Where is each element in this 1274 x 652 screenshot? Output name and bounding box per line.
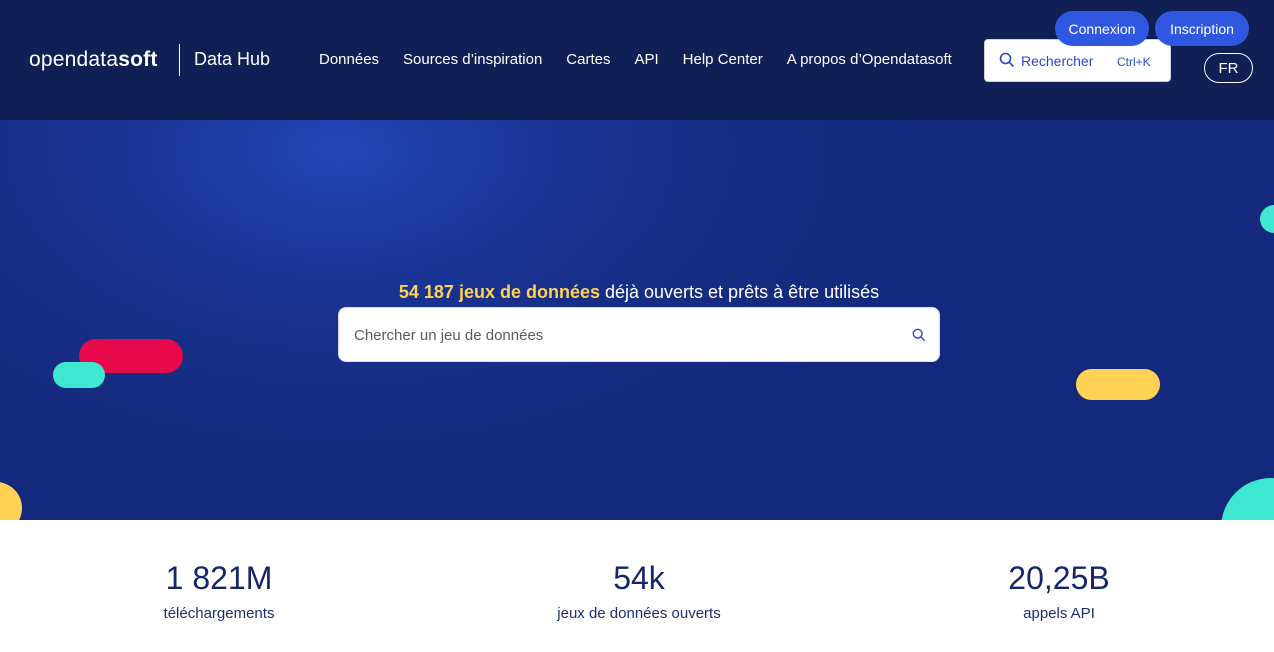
hub-title[interactable]: Data Hub [194, 49, 270, 70]
dataset-highlight: jeux de données [458, 282, 600, 302]
nav-item-sources-inspiration[interactable]: Sources d’inspiration [403, 51, 542, 68]
search-icon[interactable] [912, 328, 926, 347]
dataset-count: 54 187 [398, 282, 454, 302]
hero-heading-rest: déjà ouverts et prêts à être utilisés [599, 282, 880, 302]
nav-item-help-center[interactable]: Help Center [683, 51, 763, 68]
stat-value: 1 821M [165, 560, 273, 596]
stat-downloads: 1 821M téléchargements [69, 558, 369, 622]
decor-teal-pill [53, 362, 105, 388]
stat-label: téléchargements [163, 605, 275, 622]
hero-heading: 54 187 jeux de données déjà ouverts et p… [0, 282, 1274, 303]
stat-value: 54k [613, 560, 665, 596]
decor-yellow-pill [1076, 369, 1160, 400]
site-header: open data soft Data Hub Données Sources d’… [0, 0, 1274, 120]
header-search-label: Rechercher [1021, 53, 1094, 69]
stat-api-calls: 20,25B appels API [909, 558, 1209, 622]
logo-part-data: data [76, 48, 119, 71]
stat-label: jeux de données ouverts [557, 605, 721, 622]
decor-teal-dot-right [1260, 205, 1274, 233]
signup-button[interactable]: Inscription [1155, 11, 1249, 46]
nav-item-a-propos[interactable]: A propos d’Opendatasoft [787, 51, 952, 68]
logo-divider [179, 44, 180, 76]
nav-item-api[interactable]: API [634, 51, 658, 68]
dataset-search-input[interactable] [352, 322, 892, 348]
stat-label: appels API [1023, 605, 1095, 622]
main-nav: Données Sources d’inspiration Cartes API… [319, 51, 976, 68]
nav-item-donnees[interactable]: Données [319, 51, 379, 68]
decor-teal-circle-right [1221, 478, 1274, 520]
language-selector[interactable]: FR [1204, 53, 1253, 83]
login-button[interactable]: Connexion [1055, 11, 1149, 46]
search-shortcut: Ctrl+K [1117, 55, 1151, 69]
stat-value: 20,25B [1008, 560, 1110, 596]
nav-item-cartes[interactable]: Cartes [566, 51, 610, 68]
dataset-search-box [338, 307, 940, 362]
stats-section: 1 821M téléchargements 54k jeux de donné… [0, 520, 1274, 652]
stat-datasets: 54k jeux de données ouverts [489, 558, 789, 622]
opendatasoft-logo[interactable]: open data soft [29, 46, 158, 74]
logo-part-open: open [29, 48, 77, 71]
hero-banner: 54 187 jeux de données déjà ouverts et p… [0, 120, 1274, 520]
logo-part-soft: soft [118, 48, 158, 71]
decor-yellow-circle-left [0, 482, 22, 520]
search-icon [999, 52, 1015, 73]
